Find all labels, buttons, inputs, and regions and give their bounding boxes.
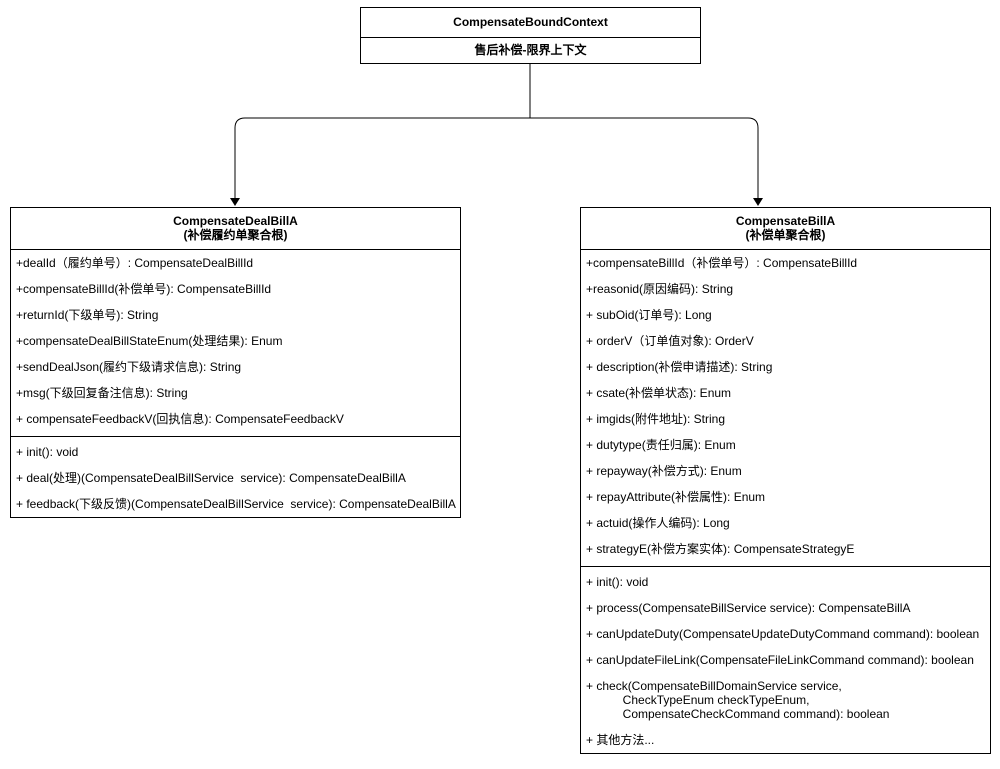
deal-bill-header: CompensateDealBillA (补偿履约单聚合根) [11, 208, 460, 250]
deal-bill-divider [11, 436, 460, 437]
deal-bill-method-0: + init(): void [16, 445, 79, 459]
deal-bill-subtitle: (补偿履约单聚合根) [183, 228, 288, 242]
connector-to-deal-bill [234, 64, 531, 198]
bill-class-box: CompensateBillA (补偿单聚合根) +compensateBill… [580, 207, 991, 754]
bill-subtitle: (补偿单聚合根) [745, 228, 826, 242]
bill-title: CompensateBillA [735, 214, 836, 228]
deal-bill-attribute-4: +sendDealJson(履约下级请求信息): String [16, 360, 242, 374]
bill-divider [581, 566, 990, 567]
bill-attribute-5: + csate(补偿单状态): Enum [586, 386, 732, 400]
bill-method-4: + check(CompensateBillDomainService serv… [586, 679, 890, 721]
context-box: CompensateBoundContext 售后补偿-限界上下文 [360, 7, 701, 64]
deal-bill-attribute-6: + compensateFeedbackV(回执信息): CompensateF… [16, 412, 344, 426]
deal-bill-title: CompensateDealBillA [173, 214, 298, 228]
bill-attribute-6: + imgids(附件地址): String [586, 412, 726, 426]
arrowhead-deal-bill [230, 198, 240, 206]
bill-header: CompensateBillA (补偿单聚合根) [581, 208, 990, 250]
bill-method-1: + process(CompensateBillService service)… [586, 601, 911, 615]
bill-attribute-1: +reasonid(原因编码): String [586, 282, 734, 296]
arrowhead-bill [753, 198, 763, 206]
deal-bill-attribute-0: +dealId（履约单号）: CompensateDealBillId [16, 256, 254, 270]
bill-attribute-9: + repayAttribute(补偿属性): Enum [586, 490, 766, 504]
context-subtitle: 售后补偿-限界上下文 [474, 43, 587, 57]
deal-bill-attribute-3: +compensateDealBillStateEnum(处理结果): Enum [16, 334, 283, 348]
deal-bill-class-box: CompensateDealBillA (补偿履约单聚合根) +dealId（履… [10, 207, 461, 518]
bill-method-3: + canUpdateFileLink(CompensateFileLinkCo… [586, 653, 974, 667]
bill-attribute-8: + repayway(补偿方式): Enum [586, 464, 742, 478]
deal-bill-attribute-2: +returnId(下级单号): String [16, 308, 159, 322]
bill-attribute-2: + subOid(订单号): Long [586, 308, 712, 322]
connector-to-bill [530, 117, 759, 198]
bill-attribute-4: + description(补偿申请描述): String [586, 360, 773, 374]
bill-method-0: + init(): void [586, 575, 649, 589]
bill-attribute-0: +compensateBillId（补偿单号）: CompensateBillI… [586, 256, 858, 270]
bill-attribute-3: + orderV（订单值对象): OrderV [586, 334, 754, 348]
bill-attribute-11: + strategyE(补偿方案实体): CompensateStrategyE [586, 542, 855, 556]
deal-bill-attribute-1: +compensateBillId(补偿单号): CompensateBillI… [16, 282, 272, 296]
bill-method-5: + 其他方法... [586, 733, 655, 747]
context-title: CompensateBoundContext [361, 8, 700, 38]
bill-attribute-10: + actuid(操作人编码): Long [586, 516, 730, 530]
bill-attribute-7: + dutytype(责任归属): Enum [586, 438, 736, 452]
deal-bill-attribute-5: +msg(下级回复备注信息): String [16, 386, 188, 400]
bill-method-2: + canUpdateDuty(CompensateUpdateDutyComm… [586, 627, 980, 641]
deal-bill-method-1: + deal(处理)(CompensateDealBillService ser… [16, 471, 406, 485]
deal-bill-method-2: + feedback(下级反馈)(CompensateDealBillServi… [16, 497, 456, 511]
